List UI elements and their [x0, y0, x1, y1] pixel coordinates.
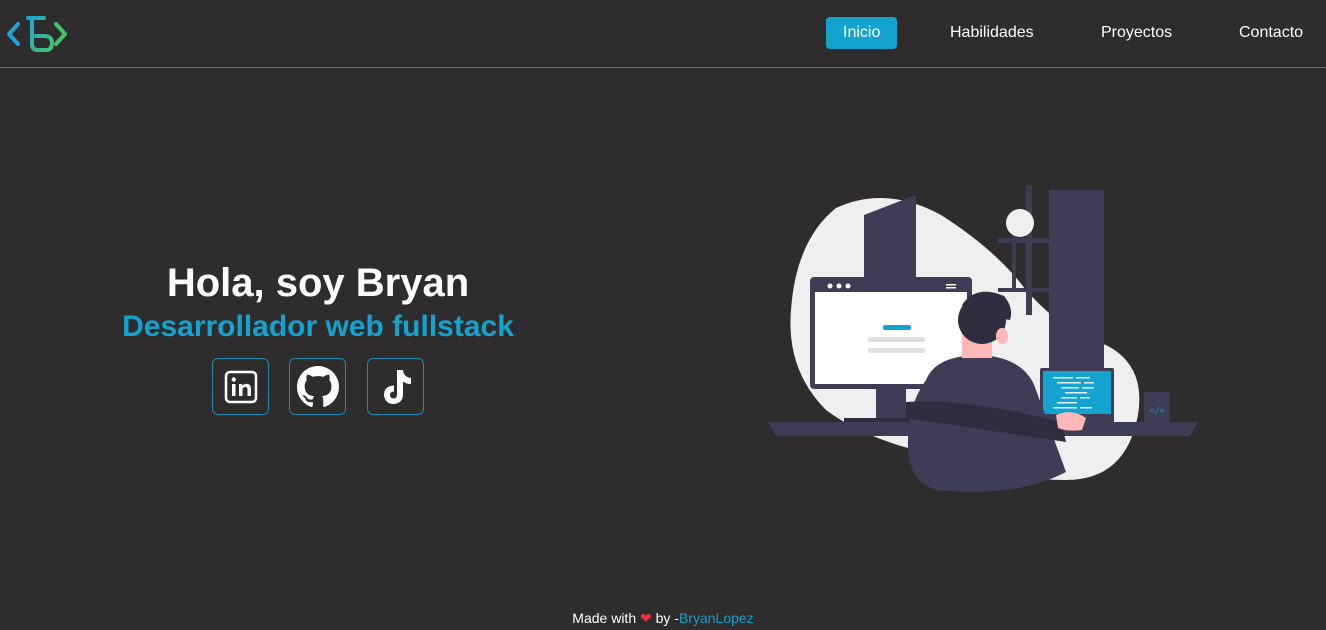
linkedin-button[interactable]: [212, 358, 269, 415]
tiktok-button[interactable]: [367, 358, 424, 415]
footer-made-with: Made with: [572, 610, 637, 626]
github-button[interactable]: [289, 358, 346, 415]
hero-title: Hola, soy Bryan: [166, 261, 470, 305]
svg-text:</>: </>: [1150, 406, 1165, 415]
developer-illustration: </>: [768, 185, 1198, 492]
hero: Hola, soy Bryan Desarrollador web fullst…: [100, 258, 536, 346]
author-link[interactable]: BryanLopez: [679, 610, 754, 626]
github-icon: [296, 365, 339, 407]
nav-proyectos[interactable]: Proyectos: [1101, 17, 1172, 49]
hero-subtitle: Desarrollador web fullstack: [122, 310, 514, 343]
tiktok-icon: [383, 369, 411, 404]
heart-icon: ❤: [640, 610, 652, 626]
nav-inicio[interactable]: Inicio: [826, 17, 898, 49]
site-header: Inicio Habilidades Proyectos Contacto: [0, 0, 1326, 68]
nav-contacto[interactable]: Contacto: [1239, 17, 1303, 49]
linkedin-icon: [224, 370, 257, 403]
footer-by: by -: [655, 610, 679, 626]
site-footer: Made with ❤ by -BryanLopez: [0, 610, 1326, 627]
nav-habilidades[interactable]: Habilidades: [950, 17, 1034, 49]
logo-icon[interactable]: [6, 14, 68, 54]
